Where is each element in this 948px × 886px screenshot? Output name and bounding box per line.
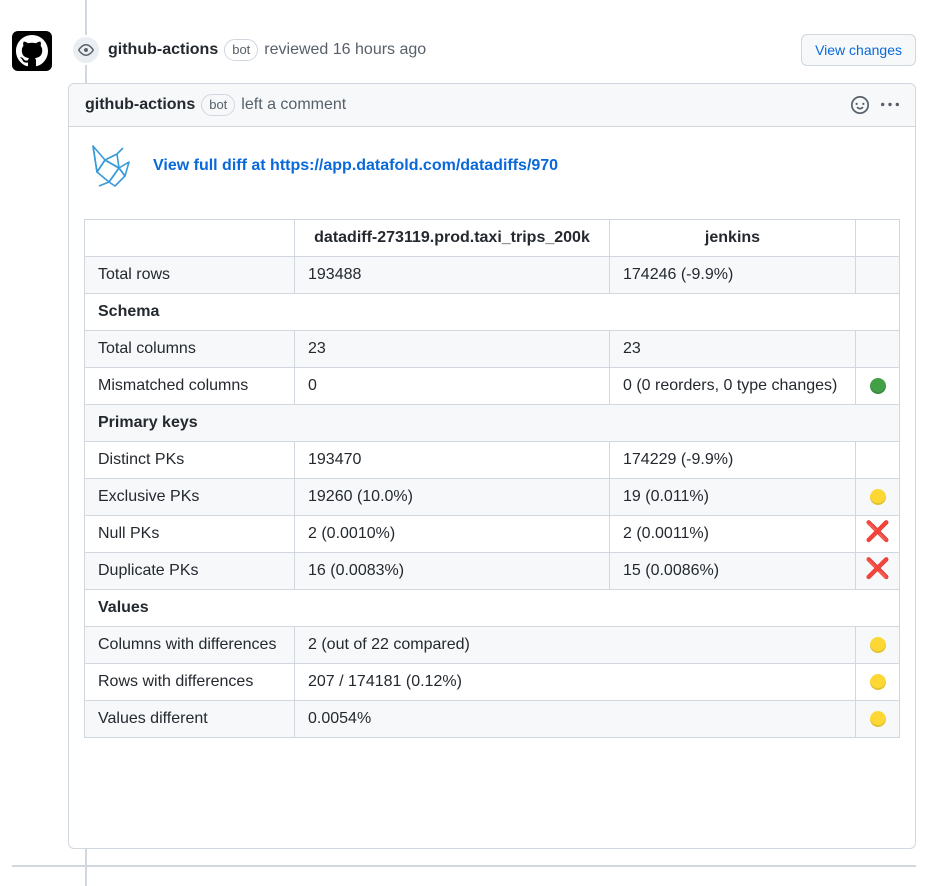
row-value-b: 15 (0.0086%) [609,552,856,590]
yellow-circle-icon [869,488,886,505]
table-row: Total rows 193488 174246 (-9.9%) [84,256,900,294]
row-value-b: 0 (0 reorders, 0 type changes) [609,367,856,405]
comment-actions [851,96,899,114]
table-row: Rows with differences 207 / 174181 (0.12… [84,663,900,701]
yellow-circle-icon [869,710,886,727]
review-comment: github-actions bot left a comment View f… [68,83,916,849]
row-value-b: 23 [609,330,856,368]
comment-author-link[interactable]: github-actions [85,96,195,114]
table-row: Duplicate PKs 16 (0.0083%) 15 (0.0086%) … [84,552,900,590]
table-row: Values different 0.0054% [84,700,900,738]
bot-badge: bot [224,39,259,61]
table-header-dataset-b: jenkins [609,219,856,257]
event-action-text: reviewed 16 hours ago [264,41,427,58]
row-status: ❌ [855,552,900,590]
row-value-b: 174246 (-9.9%) [609,256,856,294]
row-label: Exclusive PKs [84,478,295,516]
row-status [855,367,900,405]
row-value-a: 2 (out of 22 compared) [294,626,856,664]
row-status: ❌ [855,515,900,553]
green-circle-icon [869,377,886,394]
row-status [855,663,900,701]
row-value-a: 19260 (10.0%) [294,478,610,516]
row-value-b: 174229 (-9.9%) [609,441,856,479]
table-section-row: Primary keys [84,404,900,442]
row-label: Total rows [84,256,295,294]
table-row: Exclusive PKs 19260 (10.0%) 19 (0.011%) [84,478,900,516]
row-value-a: 23 [294,330,610,368]
comment-action-text: left a comment [241,96,347,113]
section-label: Values [84,589,900,627]
kebab-horizontal-icon[interactable] [881,96,899,114]
row-value-a: 207 / 174181 (0.12%) [294,663,856,701]
table-row: Null PKs 2 (0.0010%) 2 (0.0011%) ❌ [84,515,900,553]
row-value-a: 0 [294,367,610,405]
github-mark-icon [16,35,48,67]
github-actions-avatar[interactable] [12,31,52,71]
row-value-a: 2 (0.0010%) [294,515,610,553]
row-status [855,700,900,738]
section-label: Schema [84,293,900,331]
table-row: Columns with differences 2 (out of 22 co… [84,626,900,664]
bot-badge: bot [201,94,236,116]
red-cross-icon: ❌ [865,521,890,543]
row-status [855,256,900,294]
row-label: Values different [84,700,295,738]
row-label: Columns with differences [84,626,295,664]
row-status [855,330,900,368]
smiley-icon[interactable] [851,96,869,114]
review-event: github-actions bot reviewed 16 hours ago… [70,32,916,68]
yellow-circle-icon [869,636,886,653]
table-row: Mismatched columns 0 0 (0 reorders, 0 ty… [84,367,900,405]
timeline-divider [12,865,916,867]
row-label: Null PKs [84,515,295,553]
row-status [855,478,900,516]
row-value-b: 2 (0.0011%) [609,515,856,553]
row-value-a: 0.0054% [294,700,856,738]
table-header-dataset-a: datadiff-273119.prod.taxi_trips_200k [294,219,610,257]
review-badge [71,35,101,65]
row-status [855,626,900,664]
data-diff-summary-table: datadiff-273119.prod.taxi_trips_200k jen… [84,219,900,738]
event-author-link[interactable]: github-actions [108,41,218,59]
table-row: Distinct PKs 193470 174229 (-9.9%) [84,441,900,479]
row-status [855,441,900,479]
row-value-a: 193488 [294,256,610,294]
row-label: Rows with differences [84,663,295,701]
datafold-header: View full diff at https://app.datafold.c… [84,141,900,191]
comment-header: github-actions bot left a comment [69,84,915,127]
table-header-status [855,219,900,257]
datafold-logo-icon [92,145,130,187]
table-header-row: datadiff-273119.prod.taxi_trips_200k jen… [84,219,900,257]
row-value-a: 16 (0.0083%) [294,552,610,590]
eye-icon [78,44,94,56]
red-cross-icon: ❌ [865,558,890,580]
datafold-diff-link[interactable]: View full diff at https://app.datafold.c… [153,157,558,175]
row-value-a: 193470 [294,441,610,479]
comment-body: View full diff at https://app.datafold.c… [69,127,915,753]
table-section-row: Schema [84,293,900,331]
yellow-circle-icon [869,673,886,690]
row-label: Mismatched columns [84,367,295,405]
row-label: Total columns [84,330,295,368]
row-value-b: 19 (0.011%) [609,478,856,516]
view-changes-button[interactable]: View changes [801,34,916,66]
section-label: Primary keys [84,404,900,442]
table-header-blank [84,219,295,257]
row-label: Distinct PKs [84,441,295,479]
table-section-row: Values [84,589,900,627]
table-row: Total columns 23 23 [84,330,900,368]
row-label: Duplicate PKs [84,552,295,590]
